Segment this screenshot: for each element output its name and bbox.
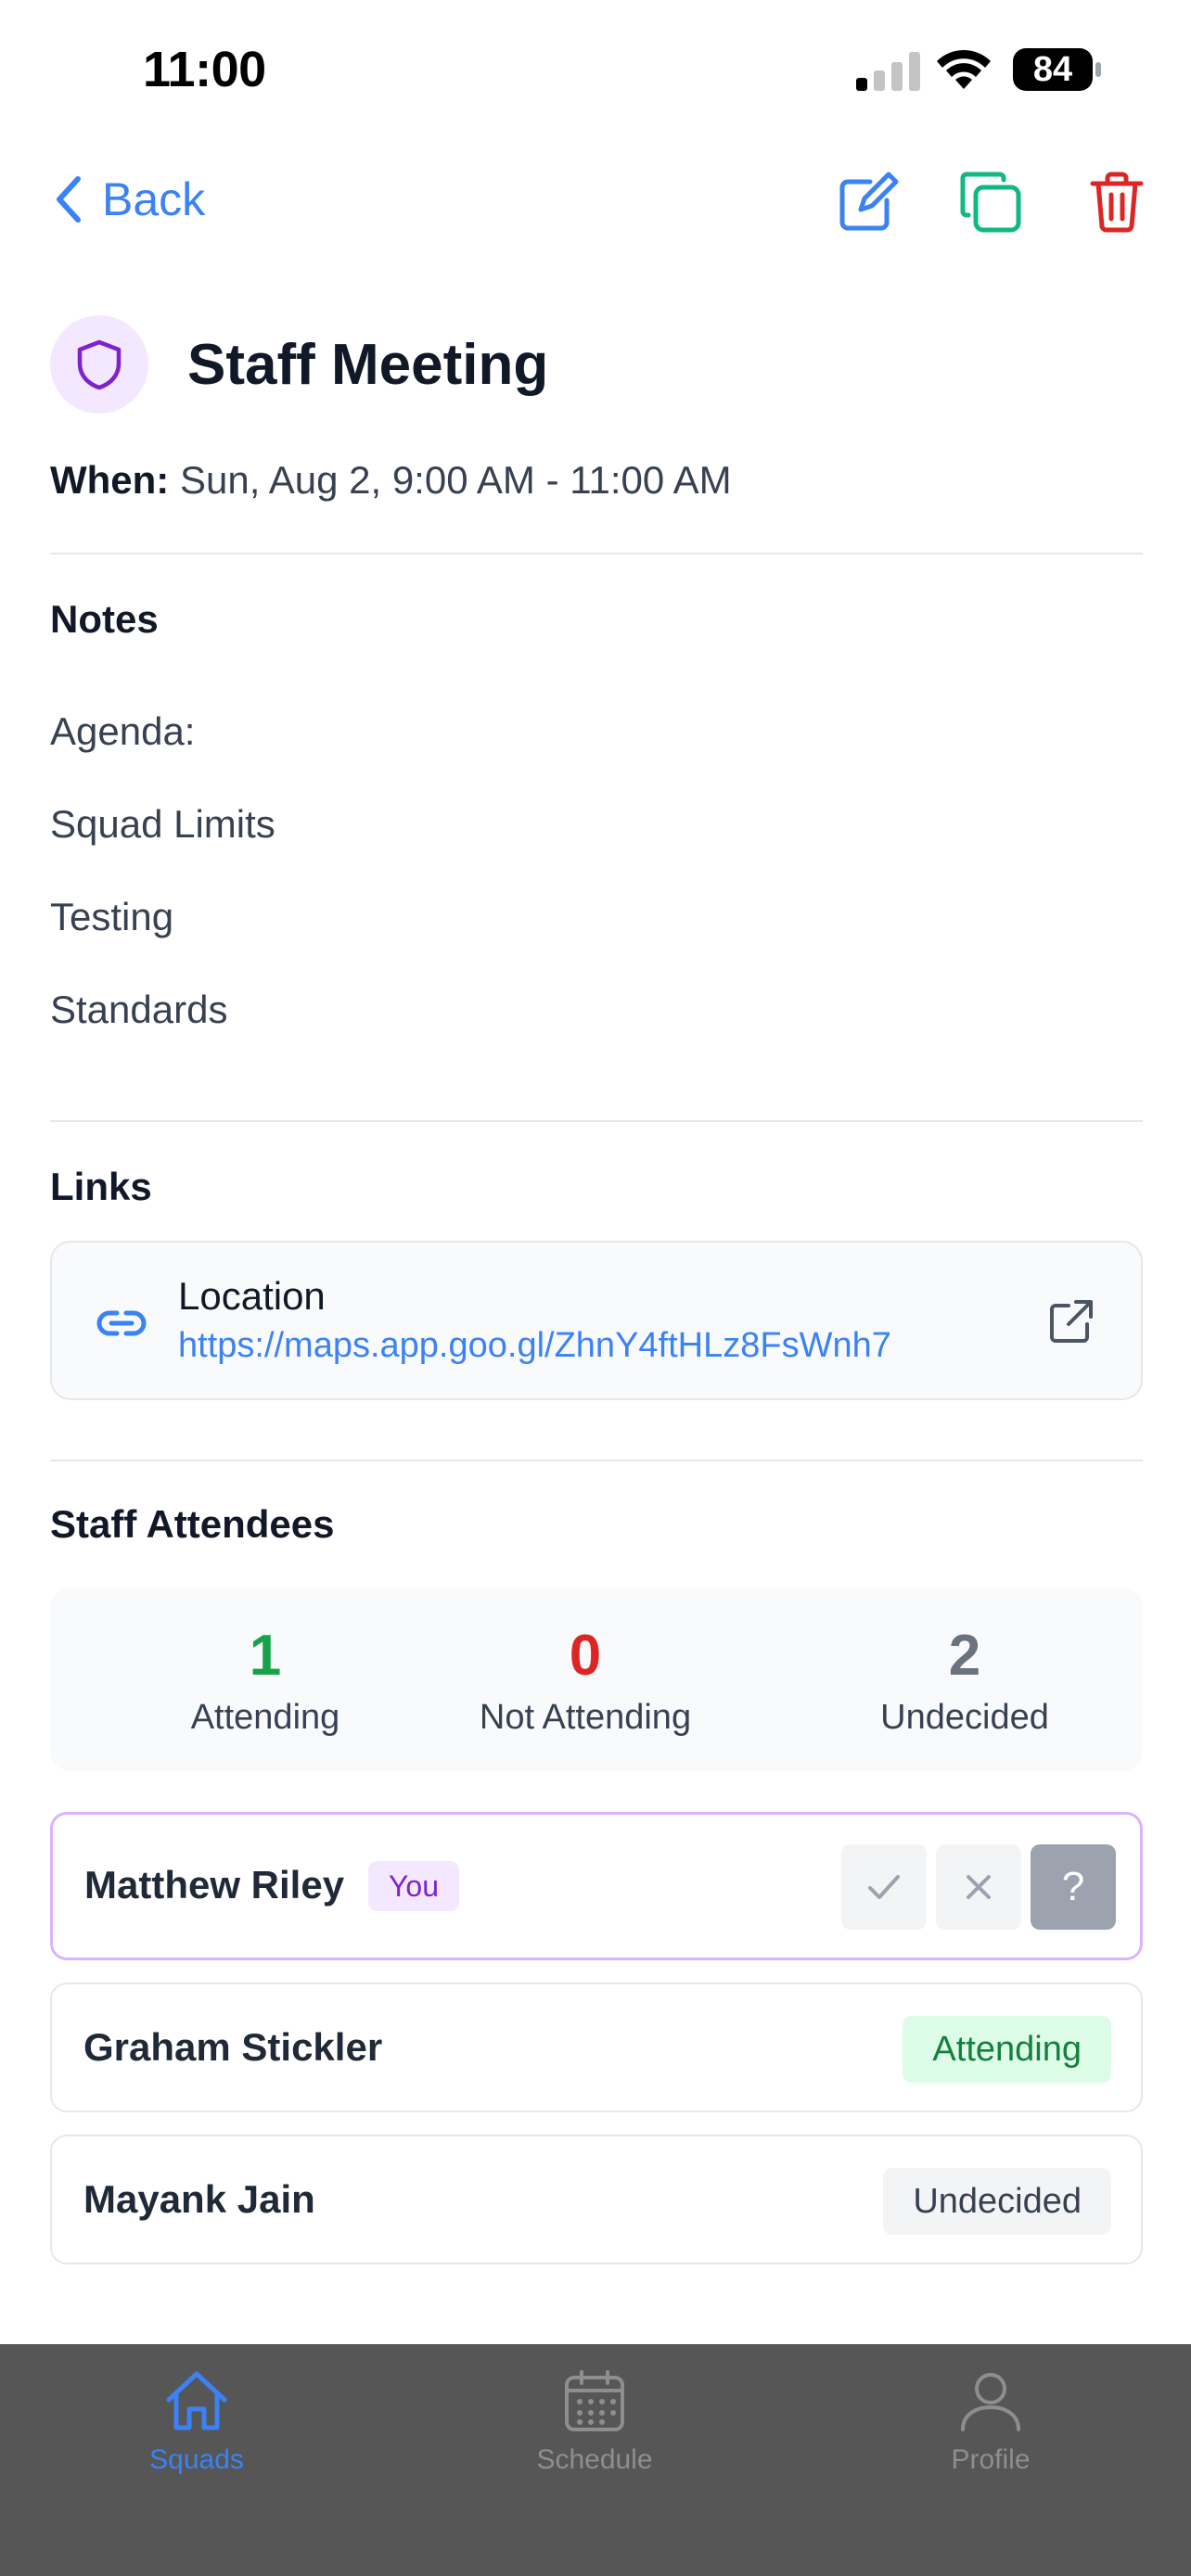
home-icon (166, 2371, 227, 2430)
notes-line: Squad Limits (50, 802, 275, 846)
notes-line: Standards (50, 988, 228, 1031)
notes-line: Agenda: (50, 709, 196, 753)
attendee-name: Mayank Jain (83, 2177, 315, 2221)
calendar-icon (565, 2370, 624, 2431)
rsvp-attending-button[interactable] (841, 1844, 927, 1930)
question-mark: ? (1061, 1864, 1085, 1909)
rsvp-undecided-button[interactable]: ? (1031, 1844, 1116, 1930)
event-when: When: Sun, Aug 2, 9:00 AM - 11:00 AM (50, 458, 1143, 503)
notes-heading: Notes (50, 597, 159, 641)
navigation-bar: Back (0, 158, 1191, 241)
status-badge: Attending (903, 2016, 1111, 2083)
tab-bar: Squads Schedule Profile (0, 2344, 1191, 2576)
summary-attending: 1 Attending (117, 1623, 414, 1738)
when-label: When: (50, 458, 170, 502)
tab-schedule[interactable]: Schedule (483, 2366, 706, 2476)
tab-squads[interactable]: Squads (85, 2366, 308, 2476)
tab-label: Profile (951, 2444, 1031, 2475)
link-card-location[interactable]: Location https://maps.app.goo.gl/ZhnY4ft… (50, 1241, 1143, 1400)
wifi-icon (937, 49, 991, 89)
undecided-label: Undecided (880, 1698, 1049, 1737)
status-time: 11:00 (143, 42, 266, 97)
when-value: Sun, Aug 2, 9:00 AM - 11:00 AM (179, 458, 732, 502)
title-row: Staff Meeting (50, 315, 1143, 414)
status-badge: Undecided (883, 2168, 1111, 2235)
attendee-row-current-user: Matthew Riley You ? (50, 1812, 1143, 1960)
link-url[interactable]: https://maps.app.goo.gl/ZhnY4ftHLz8FsWnh… (178, 1326, 891, 1366)
duplicate-button[interactable] (957, 169, 1024, 236)
links-heading: Links (50, 1165, 152, 1208)
divider (50, 1460, 1143, 1461)
cellular-signal-icon (856, 52, 920, 91)
attendee-name: Matthew Riley (84, 1863, 345, 1906)
check-icon (868, 1875, 900, 1899)
you-badge: You (368, 1861, 459, 1911)
event-type-badge (50, 315, 148, 414)
attending-count: 1 (249, 1624, 282, 1688)
attendee-name: Graham Stickler (83, 2025, 383, 2069)
notes-line: Testing (50, 895, 174, 938)
attendance-summary: 1 Attending 0 Not Attending 2 Undecided (50, 1588, 1143, 1771)
notes-body: Agenda: Squad Limits Testing Standards (50, 662, 1143, 1079)
attendee-row: Mayank Jain Undecided (50, 2135, 1143, 2264)
not-attending-label: Not Attending (479, 1698, 692, 1737)
divider (50, 1120, 1143, 1122)
chevron-left-icon (57, 176, 81, 223)
attendees-heading: Staff Attendees (50, 1502, 335, 1546)
status-bar: 11:00 84 (0, 0, 1191, 139)
tab-label: Squads (149, 2444, 244, 2475)
edit-button[interactable] (833, 169, 900, 236)
attending-label: Attending (190, 1698, 340, 1737)
divider (50, 553, 1143, 555)
person-icon (961, 2373, 1020, 2431)
back-button[interactable]: Back (52, 167, 205, 232)
external-link-icon[interactable] (1046, 1296, 1096, 1346)
link-icon (96, 1310, 147, 1336)
battery-level: 84 (1032, 50, 1073, 89)
link-name: Location (178, 1274, 326, 1318)
tab-label: Schedule (536, 2444, 653, 2475)
tab-profile[interactable]: Profile (879, 2366, 1102, 2476)
summary-not-attending: 0 Not Attending (437, 1623, 734, 1738)
not-attending-count: 0 (569, 1624, 602, 1688)
battery-indicator: 84 (1013, 48, 1102, 91)
back-label: Back (102, 173, 206, 225)
page-title: Staff Meeting (187, 332, 549, 397)
shield-icon (77, 339, 122, 390)
delete-button[interactable] (1083, 169, 1150, 236)
rsvp-not-attending-button[interactable] (936, 1844, 1021, 1930)
summary-undecided: 2 Undecided (816, 1623, 1113, 1738)
event-detail: Staff Meeting When: Sun, Aug 2, 9:00 AM … (50, 315, 1143, 2264)
close-icon (967, 1875, 991, 1899)
attendee-row: Graham Stickler Attending (50, 1983, 1143, 2112)
undecided-count: 2 (948, 1624, 981, 1688)
